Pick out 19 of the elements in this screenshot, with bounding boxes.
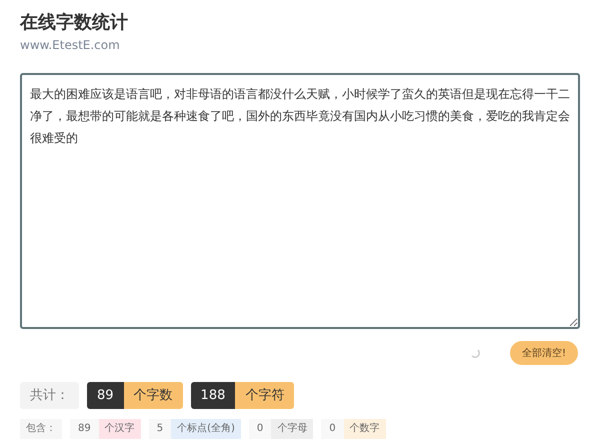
clear-all-button[interactable]: 全部清空! [510, 341, 578, 365]
total-label: 共计： [20, 382, 79, 409]
detail-unit: 个字母 [271, 419, 314, 439]
page-title: 在线字数统计 [20, 11, 129, 35]
total-count: 188 [190, 382, 236, 409]
text-input-field[interactable]: 最大的困难应该是语言吧，对非母语的语言都没什么天赋，小时候学了蛮久的英语但是现在忘得一干二净了，最想带的可能就是各种速食了吧，国外的东西毕竟没有国内从小吃习惯的美食，爱吃的我肯定会很难受的 [20, 73, 580, 329]
detail-unit: 个数字 [344, 419, 386, 439]
detail-count: 0 [328, 422, 337, 436]
detail-unit: 个汉字 [98, 419, 141, 439]
detail-count: 0 [256, 422, 264, 436]
total-count: 89 [87, 382, 124, 409]
details-label: 包含： [20, 419, 62, 439]
total-unit: 个字符 [235, 382, 294, 409]
loading-icon [470, 348, 480, 358]
detail-unit: 个标点(全角) [171, 419, 241, 439]
site-url: www.EtestE.com [20, 37, 121, 53]
total-unit: 个字数 [124, 382, 183, 409]
detail-count: 5 [156, 422, 164, 436]
detail-count: 89 [77, 422, 92, 436]
